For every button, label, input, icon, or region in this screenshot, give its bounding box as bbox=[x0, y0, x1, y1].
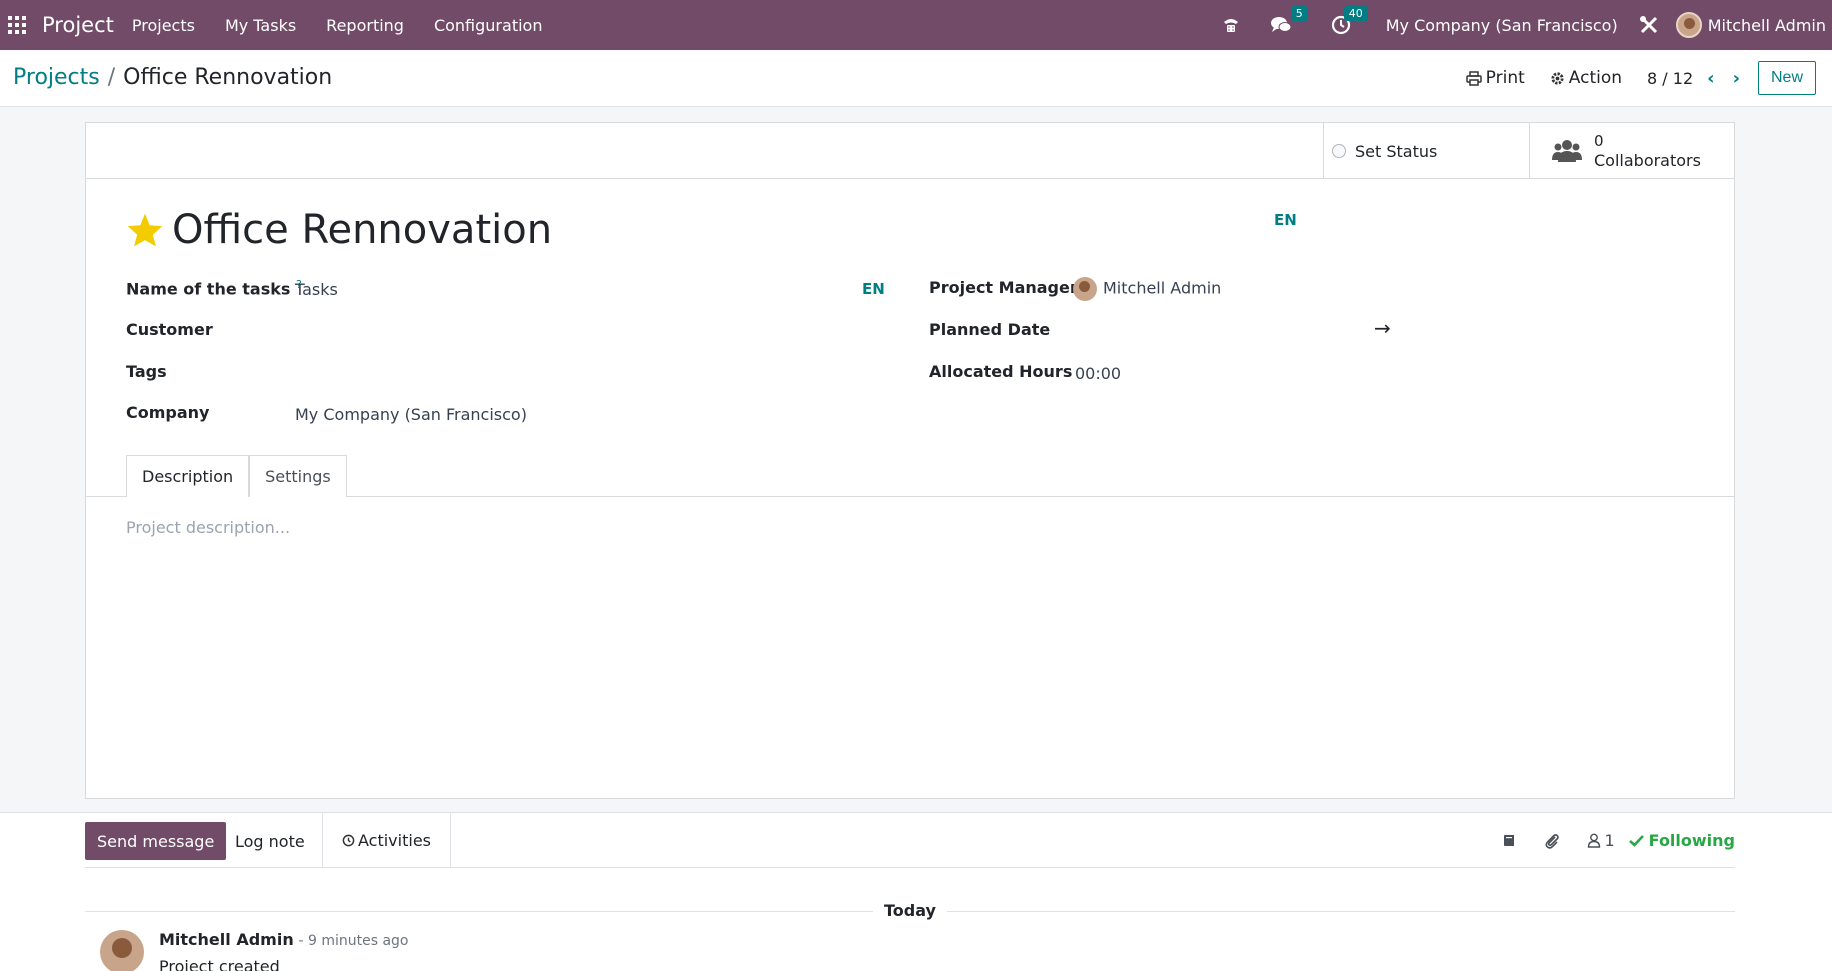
followers-count: 1 bbox=[1604, 831, 1615, 850]
breadcrumb: Projects / Office Rennovation bbox=[13, 65, 332, 90]
planned-date-label: Planned Date bbox=[929, 320, 1051, 339]
tasks-lang-button[interactable]: EN bbox=[862, 280, 885, 298]
customer-field[interactable] bbox=[295, 320, 835, 342]
tasks-name-label: Name of the tasks ? bbox=[126, 278, 302, 298]
pager-value[interactable]: 8 / 12 bbox=[1647, 69, 1693, 88]
favorite-star-icon[interactable] bbox=[126, 212, 164, 248]
customer-label: Customer bbox=[126, 320, 213, 339]
check-icon bbox=[1628, 835, 1644, 847]
menu-configuration[interactable]: Configuration bbox=[434, 10, 543, 41]
description-editor[interactable]: Project description... bbox=[126, 518, 290, 537]
apps-menu-icon[interactable] bbox=[8, 16, 26, 34]
collaborators-label: Collaborators bbox=[1594, 151, 1701, 170]
company-switcher[interactable]: My Company (San Francisco) bbox=[1386, 16, 1618, 35]
project-manager-name: Mitchell Admin bbox=[1103, 278, 1222, 298]
tab-description[interactable]: Description bbox=[126, 455, 250, 497]
print-label: Print bbox=[1485, 68, 1525, 88]
title-row: Office Rennovation bbox=[126, 207, 552, 253]
date-range-arrow-icon: → bbox=[1374, 316, 1391, 340]
menu-projects[interactable]: Projects bbox=[132, 10, 195, 41]
menu-reporting[interactable]: Reporting bbox=[326, 10, 404, 41]
tab-settings[interactable]: Settings bbox=[249, 455, 347, 497]
pager-next-icon[interactable]: › bbox=[1733, 68, 1740, 89]
debug-tools-icon[interactable] bbox=[1636, 12, 1662, 38]
project-manager-field[interactable]: Mitchell Admin bbox=[1073, 277, 1221, 301]
activities-button[interactable]: Activities bbox=[322, 813, 451, 868]
following-button[interactable]: Following bbox=[1628, 831, 1735, 850]
pager-prev-icon[interactable]: ‹ bbox=[1707, 68, 1714, 89]
activities-clock-icon[interactable]: 40 bbox=[1328, 6, 1368, 38]
message-author[interactable]: Mitchell Admin bbox=[159, 930, 294, 949]
user-name: Mitchell Admin bbox=[1707, 15, 1826, 35]
user-menu[interactable]: Mitchell Admin bbox=[1675, 12, 1826, 38]
activities-badge: 40 bbox=[1343, 6, 1368, 21]
action-button[interactable]: Action bbox=[1550, 68, 1622, 88]
following-label: Following bbox=[1648, 831, 1735, 850]
set-status-button[interactable]: Set Status bbox=[1323, 123, 1529, 179]
project-title[interactable]: Office Rennovation bbox=[172, 207, 552, 253]
collaborators-button[interactable]: 0 Collaborators bbox=[1529, 123, 1736, 179]
gear-icon bbox=[1551, 71, 1564, 85]
message-body: Mitchell Admin - 9 minutes ago Project c… bbox=[159, 930, 409, 971]
new-button[interactable]: New bbox=[1757, 61, 1816, 95]
breadcrumb-separator: / bbox=[107, 65, 116, 90]
allocated-hours-label: Allocated Hours bbox=[929, 362, 1073, 381]
tags-label: Tags bbox=[126, 362, 167, 381]
users-icon bbox=[1552, 140, 1582, 162]
status-radio-icon bbox=[1332, 144, 1346, 158]
phone-icon[interactable] bbox=[1218, 12, 1244, 38]
project-manager-label: Project Manager bbox=[929, 278, 1078, 297]
collaborators-count: 0 bbox=[1594, 132, 1604, 150]
followers-button[interactable]: 1 bbox=[1587, 831, 1615, 850]
chatter: Send message Log note Activities 1 Follo… bbox=[0, 812, 1832, 971]
title-lang-button[interactable]: EN bbox=[1274, 211, 1297, 229]
message-time: - 9 minutes ago bbox=[298, 933, 409, 949]
breadcrumb-projects-link[interactable]: Projects bbox=[13, 65, 100, 90]
button-box: Set Status 0 Collaborators bbox=[86, 123, 1734, 179]
separator-line-right bbox=[947, 911, 1735, 912]
user-avatar bbox=[1675, 12, 1702, 38]
control-actions: Print Action 8 / 12 ‹ › New bbox=[1465, 60, 1832, 96]
message-author-avatar[interactable] bbox=[100, 930, 144, 971]
main-menu: Projects My Tasks Reporting Configuratio… bbox=[132, 10, 573, 41]
message-text: Project created bbox=[159, 957, 280, 971]
manager-avatar bbox=[1073, 277, 1097, 301]
print-button[interactable]: Print bbox=[1465, 68, 1525, 88]
user-icon bbox=[1588, 833, 1601, 848]
allocated-hours-field[interactable]: 00:00 bbox=[1075, 364, 1121, 383]
chatter-right-tools: 1 Following bbox=[1476, 813, 1735, 868]
activities-label: Activities bbox=[358, 831, 431, 850]
tags-field[interactable] bbox=[295, 362, 835, 384]
book-icon[interactable] bbox=[1502, 833, 1517, 848]
action-label: Action bbox=[1568, 68, 1623, 88]
tasks-name-label-text: Name of the tasks bbox=[126, 279, 291, 299]
clock-icon bbox=[342, 834, 355, 847]
send-message-button[interactable]: Send message bbox=[85, 822, 227, 860]
control-panel: Projects / Office Rennovation Print Action… bbox=[0, 50, 1832, 107]
message-item: Mitchell Admin - 9 minutes ago Project c… bbox=[100, 930, 409, 971]
notebook-tabs: Description Settings bbox=[126, 455, 347, 497]
log-note-button[interactable]: Log note bbox=[235, 822, 305, 860]
app-brand[interactable]: Project bbox=[42, 13, 114, 37]
chatter-topbar: Send message Log note Activities 1 Follo… bbox=[85, 813, 1735, 868]
messages-icon[interactable]: 5 bbox=[1268, 6, 1308, 38]
set-status-label: Set Status bbox=[1355, 141, 1438, 161]
breadcrumb-current: Office Rennovation bbox=[123, 65, 333, 90]
menu-my-tasks[interactable]: My Tasks bbox=[225, 10, 296, 41]
form-sheet: Set Status 0 Collaborators Office Rennov… bbox=[85, 122, 1735, 799]
paperclip-icon[interactable] bbox=[1543, 832, 1561, 850]
company-field[interactable]: My Company (San Francisco) bbox=[295, 405, 527, 424]
top-navbar: Project Projects My Tasks Reporting Conf… bbox=[0, 0, 1832, 50]
company-label: Company bbox=[126, 403, 210, 422]
messages-badge: 5 bbox=[1290, 6, 1308, 21]
date-separator: Today bbox=[85, 901, 1735, 921]
tasks-name-field[interactable]: Tasks bbox=[295, 280, 338, 299]
navbar-systray: 5 40 My Company (San Francisco) Mitchell… bbox=[1206, 0, 1832, 50]
print-icon bbox=[1465, 70, 1482, 86]
